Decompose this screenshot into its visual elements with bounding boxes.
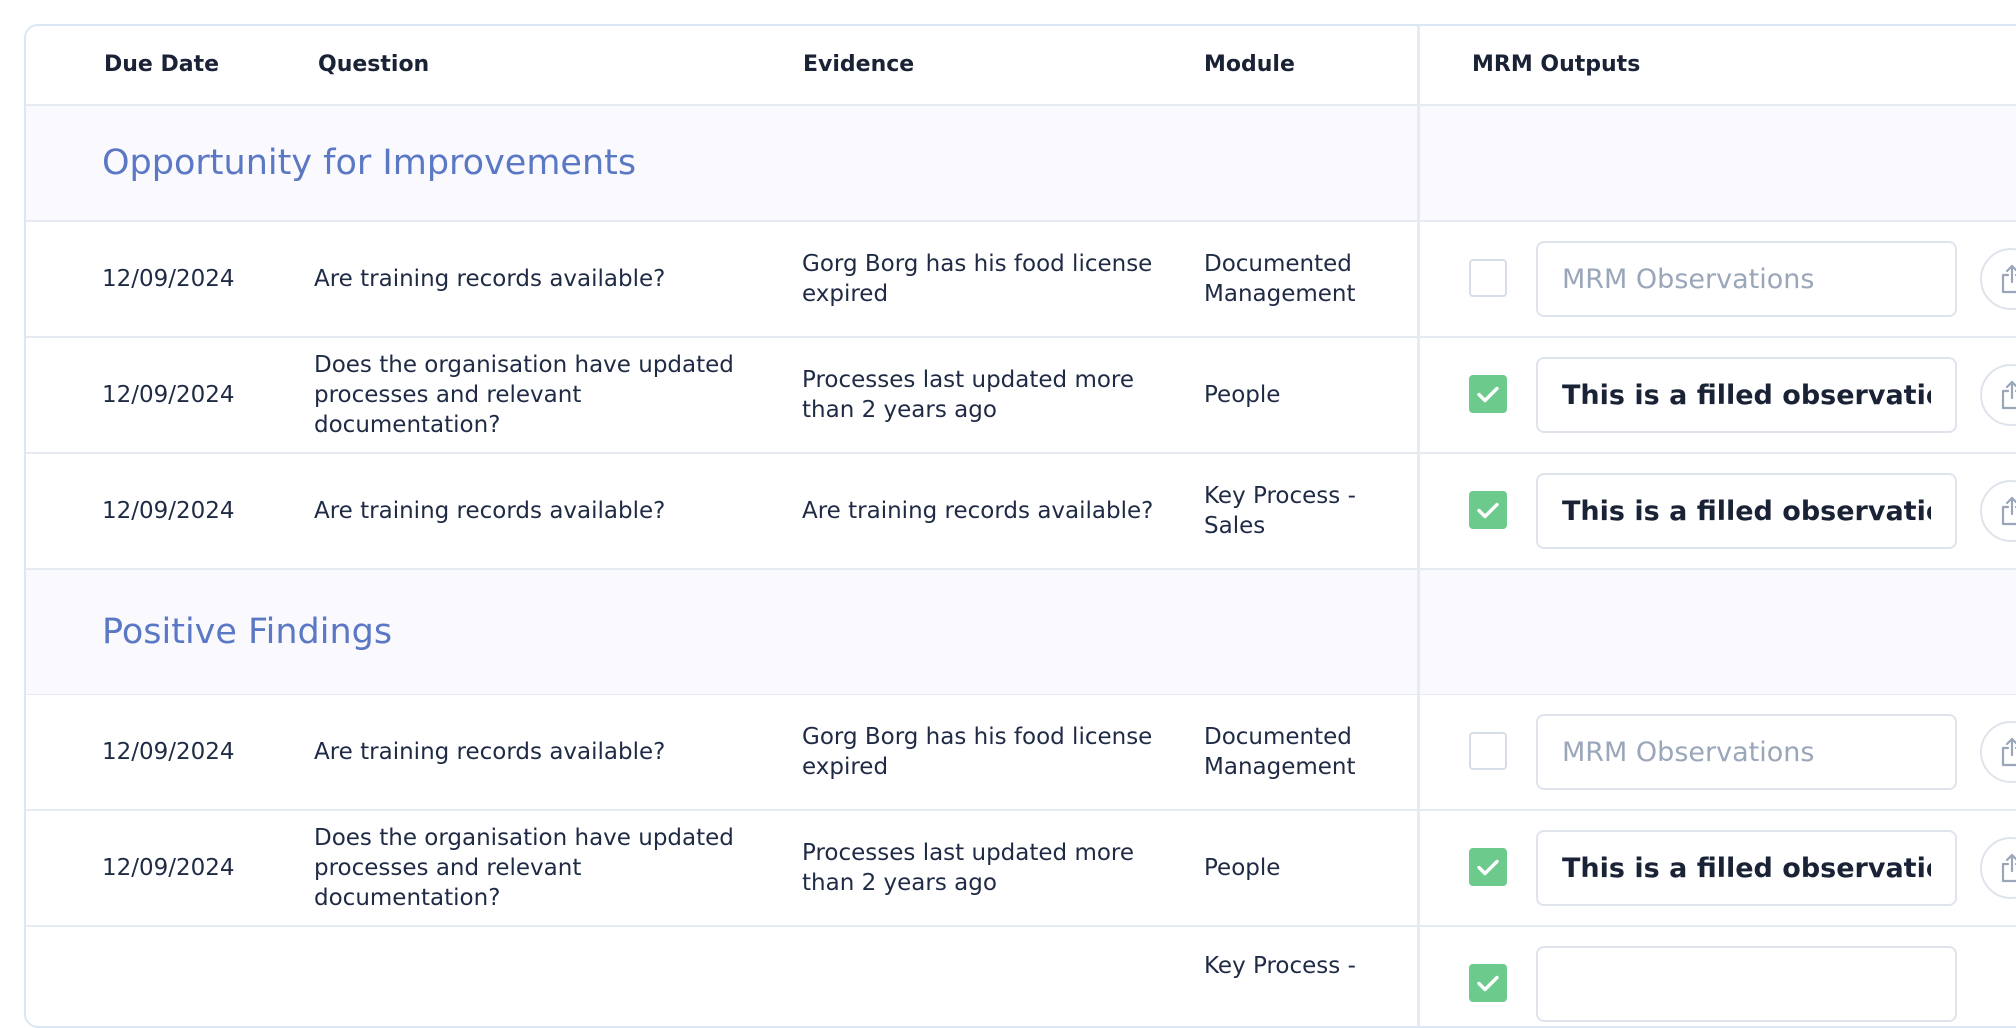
header-due-date[interactable]: Due Date — [104, 26, 219, 104]
module-cell: Documented Management — [1204, 724, 1356, 780]
header-mrm-outputs[interactable]: MRM Outputs — [1472, 26, 1640, 104]
mrm-observations-input[interactable] — [1536, 473, 1957, 549]
header-module[interactable]: Module — [1204, 26, 1295, 104]
evidence-cell: Processes last updated more than 2 years… — [802, 840, 1135, 896]
checkmark-icon — [1477, 859, 1499, 876]
evidence-cell: Gorg Borg has his food license expired — [802, 724, 1153, 780]
mrm-checkbox[interactable] — [1469, 732, 1507, 770]
share-button[interactable] — [1980, 721, 2016, 783]
group-header-opportunity: Opportunity for Improvements — [26, 106, 2016, 222]
table-row: 12/09/2024 Does the organisation have up… — [26, 811, 2016, 927]
table-row: Key Process - — [26, 927, 2016, 1026]
evidence-cell: Processes last updated more than 2 years… — [802, 367, 1135, 423]
share-icon — [2001, 496, 2016, 526]
group-header-positive: Positive Findings — [26, 570, 2016, 696]
mrm-checkbox[interactable] — [1469, 259, 1507, 297]
mrm-checkbox[interactable] — [1469, 848, 1507, 886]
module-cell: Key Process - Sales — [1204, 483, 1356, 539]
module-cell: Key Process - — [1204, 953, 1356, 979]
checkmark-icon — [1477, 386, 1499, 403]
question-cell: Are training records available? — [314, 739, 666, 765]
evidence-cell: Are training records available? — [802, 498, 1154, 524]
due-date-cell: 12/09/2024 — [102, 382, 235, 408]
mrm-observations-input[interactable] — [1536, 946, 1957, 1022]
mrm-table: Due Date Question Evidence Module MRM Ou… — [24, 24, 2016, 1028]
share-icon — [2001, 853, 2016, 883]
due-date-cell: 12/09/2024 — [102, 498, 235, 524]
evidence-cell — [802, 927, 1182, 1026]
due-date-cell: 12/09/2024 — [102, 855, 235, 881]
module-cell: People — [1204, 855, 1281, 881]
module-cell: Documented Management — [1204, 251, 1356, 307]
due-date-cell — [102, 927, 292, 1026]
question-cell: Are training records available? — [314, 498, 666, 524]
share-button[interactable] — [1980, 480, 2016, 542]
share-button[interactable] — [1980, 248, 2016, 310]
question-cell: Does the organisation have updated proce… — [314, 352, 734, 438]
share-button[interactable] — [1980, 364, 2016, 426]
header-question[interactable]: Question — [318, 26, 429, 104]
share-button[interactable] — [1980, 837, 2016, 899]
mrm-observations-input[interactable] — [1536, 714, 1957, 790]
share-icon — [2001, 380, 2016, 410]
mrm-checkbox[interactable] — [1469, 964, 1507, 1002]
mrm-checkbox[interactable] — [1469, 375, 1507, 413]
mrm-observations-input[interactable] — [1536, 241, 1957, 317]
share-icon — [2001, 737, 2016, 767]
header-evidence[interactable]: Evidence — [803, 26, 914, 104]
table-row: 12/09/2024 Are training records availabl… — [26, 454, 2016, 570]
mrm-observations-input[interactable] — [1536, 357, 1957, 433]
question-cell: Are training records available? — [314, 266, 666, 292]
question-cell — [314, 927, 774, 1026]
due-date-cell: 12/09/2024 — [102, 266, 235, 292]
question-cell: Does the organisation have updated proce… — [314, 825, 734, 911]
share-icon — [2001, 264, 2016, 294]
table-row: 12/09/2024 Does the organisation have up… — [26, 338, 2016, 454]
checkmark-icon — [1477, 975, 1499, 992]
mrm-observations-input[interactable] — [1536, 830, 1957, 906]
due-date-cell: 12/09/2024 — [102, 739, 235, 765]
group-title: Opportunity for Improvements — [102, 143, 637, 183]
mrm-checkbox[interactable] — [1469, 491, 1507, 529]
table-row: 12/09/2024 Are training records availabl… — [26, 695, 2016, 811]
checkmark-icon — [1477, 502, 1499, 519]
table-row: 12/09/2024 Are training records availabl… — [26, 222, 2016, 338]
module-cell: People — [1204, 382, 1281, 408]
evidence-cell: Gorg Borg has his food license expired — [802, 251, 1153, 307]
group-title: Positive Findings — [102, 612, 393, 652]
table-header: Due Date Question Evidence Module MRM Ou… — [26, 26, 2016, 106]
outputs-column-divider — [1417, 26, 1420, 1026]
